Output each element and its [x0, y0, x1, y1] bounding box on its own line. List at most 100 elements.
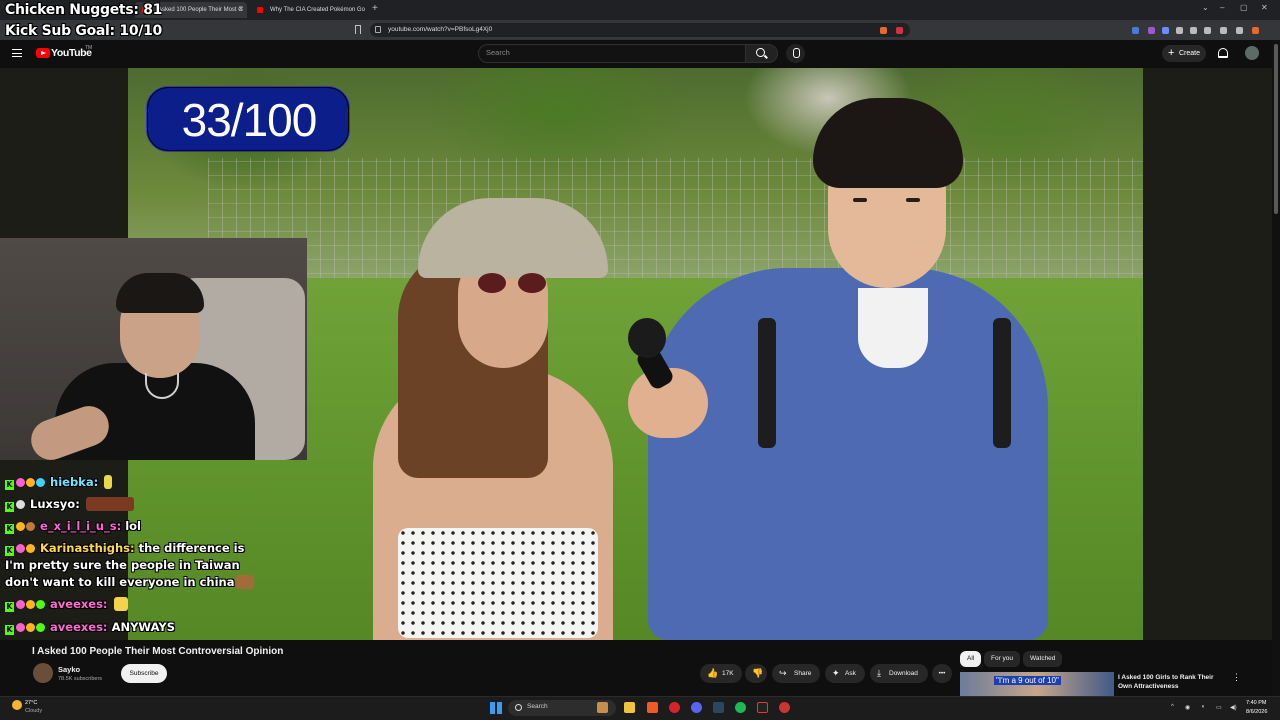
subscribe-button[interactable]: Subscribe — [121, 664, 167, 683]
extension-icon[interactable] — [1148, 27, 1155, 34]
minimize-icon[interactable]: – — [1220, 3, 1224, 12]
notifications-icon[interactable] — [1218, 48, 1228, 58]
sub-badge-icon — [16, 544, 25, 553]
like-button[interactable]: 👍 17K — [700, 664, 742, 683]
taskbar-search-icon — [515, 704, 522, 711]
weather-description[interactable]: Cloudy — [25, 708, 42, 714]
voice-search-icon[interactable] — [786, 44, 805, 63]
chat-message-continued: I'm pretty sure the people in Taiwan — [5, 558, 240, 572]
tab-title: Why The CIA Created Pokémon Go — [270, 7, 365, 13]
tab-cia-video[interactable]: Why The CIA Created Pokémon Go — [250, 2, 368, 18]
display-icon[interactable]: ▭ — [1216, 704, 1222, 711]
sub-badge-icon — [16, 522, 25, 531]
windows-start-icon[interactable] — [490, 702, 502, 714]
vpn-icon[interactable] — [1236, 27, 1243, 34]
kick-badge-icon: K — [5, 546, 14, 556]
gift-badge-icon — [26, 600, 35, 609]
counter-text: 33/100 — [181, 94, 318, 146]
recommended-thumbnail[interactable]: "I'm a 9 out of 10" — [960, 672, 1114, 696]
file-explorer-icon[interactable] — [624, 702, 635, 713]
create-label: Create — [1179, 50, 1201, 57]
menu-icon[interactable] — [12, 49, 22, 57]
youtube-logo-icon[interactable] — [36, 48, 50, 58]
kick-badge-icon: K — [5, 502, 14, 512]
spotify-icon[interactable] — [735, 702, 746, 713]
more-actions-button[interactable]: ••• — [932, 664, 952, 683]
tab-search-icon[interactable]: ⌄ — [1202, 3, 1209, 12]
counter-badge: 33/100 — [146, 86, 350, 152]
weather-icon[interactable] — [12, 700, 22, 710]
ask-button[interactable]: ✦ Ask — [825, 664, 865, 683]
clock-time[interactable]: 7:40 PM — [1246, 700, 1266, 706]
channel-avatar[interactable] — [33, 663, 53, 683]
gift-badge-icon — [26, 478, 35, 487]
close-window-icon[interactable]: ✕ — [1261, 3, 1268, 12]
youtube-favicon-icon — [257, 7, 263, 13]
nuggets-counter: Chicken Nuggets: 81 — [5, 2, 163, 18]
chat-text: the difference is — [138, 541, 245, 555]
weather-temperature[interactable]: 27°C — [25, 700, 37, 706]
brave-shield-icon[interactable] — [880, 27, 887, 34]
music-icon[interactable] — [1190, 27, 1197, 34]
video-title: I Asked 100 People Their Most Controvers… — [32, 646, 284, 657]
recommended-title[interactable]: I Asked 100 Girls to Rank Their Own Attr… — [1118, 673, 1228, 691]
steam-icon[interactable] — [713, 702, 724, 713]
widget-icon[interactable] — [597, 702, 608, 713]
account-avatar[interactable] — [1245, 46, 1259, 60]
chip-watched[interactable]: Watched — [1023, 651, 1063, 667]
trademark-label: TM — [85, 45, 93, 51]
share-label: Share — [794, 670, 812, 677]
thumbs-up-icon: 👍 — [707, 668, 719, 678]
chip-all[interactable]: All — [960, 651, 982, 667]
emote-icon — [113, 597, 128, 611]
thumbnail-caption: "I'm a 9 out of 10" — [994, 676, 1061, 685]
download-button[interactable]: ⤓ Download — [870, 664, 928, 683]
streamer-webcam — [0, 238, 307, 460]
tray-chevron-icon[interactable]: ^ — [1171, 704, 1174, 710]
clock-date[interactable]: 8/6/2026 — [1246, 709, 1267, 715]
sparkle-icon: ✦ — [832, 668, 840, 678]
emote-icon — [85, 497, 134, 511]
chat-message: K hiebka: — [5, 475, 113, 490]
bits-badge-icon — [36, 600, 45, 609]
extension-icon[interactable] — [1132, 27, 1139, 34]
site-info-icon[interactable] — [375, 26, 381, 33]
chat-username: aveexes: — [50, 620, 108, 634]
search-input[interactable] — [478, 44, 746, 63]
extension-icon[interactable] — [1162, 27, 1169, 34]
obs-icon[interactable] — [757, 702, 768, 713]
recommended-more-icon[interactable]: ⋮ — [1232, 672, 1241, 683]
opera-icon[interactable] — [669, 702, 680, 713]
create-button[interactable]: + Create — [1162, 45, 1206, 62]
channel-name[interactable]: Sayko — [58, 665, 80, 674]
chat-text: ANYWAYS — [111, 620, 175, 634]
extension-icon[interactable] — [1176, 27, 1183, 34]
search-icon[interactable] — [756, 48, 765, 57]
discord-icon[interactable] — [691, 702, 702, 713]
chip-for-you[interactable]: For you — [984, 651, 1021, 667]
url-text[interactable]: youtube.com/watch?v=PBfsoLg4Xj0 — [388, 24, 492, 36]
sidebar-icon[interactable] — [1204, 27, 1211, 34]
app-icon[interactable] — [779, 702, 790, 713]
verified-badge-icon — [36, 478, 45, 487]
maximize-icon[interactable]: ▢ — [1240, 3, 1248, 12]
wallet-icon[interactable] — [1220, 27, 1227, 34]
interviewer — [638, 98, 1058, 640]
close-tab-icon[interactable]: ✕ — [238, 2, 244, 18]
network-icon[interactable]: ◉ — [1185, 704, 1190, 711]
bookmark-icon[interactable] — [355, 25, 361, 34]
new-tab-icon[interactable]: + — [372, 3, 378, 14]
chat-message: K Karinasthighs: the difference is — [5, 541, 244, 556]
microphone-tray-icon[interactable]: ◖ — [1201, 704, 1205, 710]
brave-menu-icon[interactable] — [1252, 27, 1259, 34]
share-button[interactable]: ↪ Share — [772, 664, 820, 683]
scrollbar-thumb[interactable] — [1274, 44, 1278, 214]
brave-browser-icon[interactable] — [647, 702, 658, 713]
dislike-button[interactable]: 👎 — [745, 664, 767, 683]
chat-message: K aveexes: — [5, 597, 128, 612]
chat-username: Karinasthighs: — [40, 541, 135, 555]
brave-rewards-icon[interactable] — [896, 27, 903, 34]
sub-badge-icon — [16, 600, 25, 609]
sub-badge-icon — [16, 478, 25, 487]
volume-icon[interactable]: ◀) — [1230, 704, 1237, 711]
